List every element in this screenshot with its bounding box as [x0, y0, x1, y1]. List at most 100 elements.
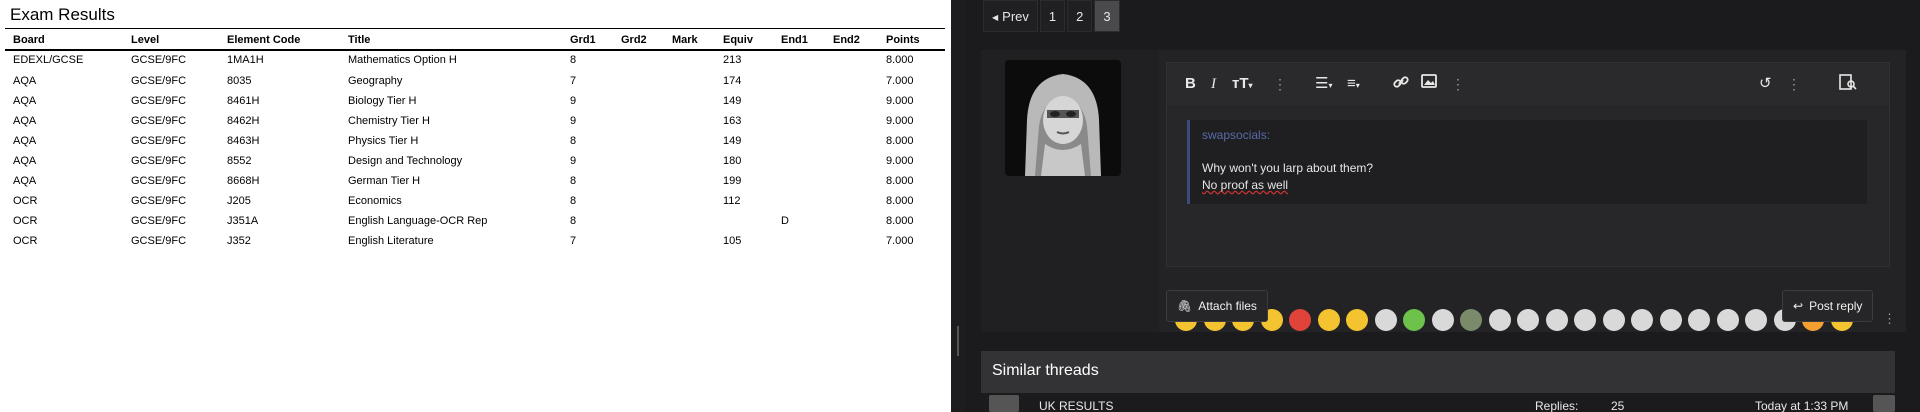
thread-avatar [989, 395, 1019, 412]
col-header-title: Title [348, 34, 371, 46]
table-cell: Design and Technology [348, 155, 463, 167]
table-cell: Economics [348, 195, 402, 207]
last-poster-avatar [1873, 395, 1895, 412]
table-cell: 163 [723, 115, 742, 127]
results-body: EDEXL/GCSE GCSE/9FC 1MA1H Mathematics Optio… [0, 50, 945, 251]
reply-block: B I тТ▾ ⋮ ☰▾ ≡▾ ⋮ ↺ ⋮ swapsocials: Why w… [981, 50, 1906, 332]
more-options-icon[interactable]: ⋮ [1787, 74, 1801, 94]
table-cell: German Tier H [348, 175, 421, 187]
reply-text-line-1-content: Why won't you larp about them? [1202, 161, 1374, 175]
attach-files-button[interactable]: 🖇 Attach files [1166, 290, 1268, 322]
page-link-3-current[interactable]: 3 [1094, 0, 1120, 32]
table-cell: EDEXL/GCSE [13, 54, 84, 66]
table-cell: 9 [570, 155, 577, 167]
table-cell: 213 [723, 54, 742, 66]
joy-icon[interactable] [1346, 309, 1368, 331]
table-cell: GCSE/9FC [131, 135, 187, 147]
table-row: AQA GCSE/9FC 8463H Physics Tier H 8 149 8.000 [0, 131, 945, 151]
sick-icon[interactable] [1403, 309, 1425, 331]
text-size-icon[interactable]: тТ▾ [1232, 74, 1253, 94]
italic-icon[interactable]: I [1211, 74, 1216, 94]
face-icon[interactable] [1688, 309, 1710, 331]
link-icon[interactable] [1393, 74, 1409, 94]
table-cell: 8 [570, 175, 577, 187]
quote-block: swapsocials: Why won't you larp about th… [1187, 120, 1867, 204]
col-header-element-code: Element Code [227, 34, 301, 46]
reply-text-line-1[interactable]: Why won't you larp about them? [1202, 161, 1373, 175]
editor-toolbar: B I тТ▾ ⋮ ☰▾ ≡▾ ⋮ ↺ ⋮ [1167, 63, 1889, 105]
face-icon[interactable] [1517, 309, 1539, 331]
table-cell: 1MA1H [227, 54, 264, 66]
picture-icon[interactable] [1460, 309, 1482, 331]
align-icon[interactable]: ≡▾ [1347, 74, 1360, 94]
table-cell: Chemistry Tier H [348, 115, 430, 127]
thread-row[interactable]: UK RESULTS Replies: 25 Today at 1:33 PM [981, 395, 1895, 412]
table-row: AQA GCSE/9FC 8462H Chemistry Tier H 9 163 9.00… [0, 111, 945, 131]
table-cell: 199 [723, 175, 742, 187]
face-icon[interactable] [1574, 309, 1596, 331]
table-cell: OCR [13, 195, 38, 207]
table-cell: AQA [13, 155, 37, 167]
avatar[interactable] [1005, 60, 1121, 176]
grin-icon[interactable] [1317, 309, 1340, 331]
post-reply-button[interactable]: ↩ Post reply [1782, 290, 1874, 322]
avatar-image [1005, 60, 1121, 176]
table-cell: 8668H [227, 175, 260, 187]
table-cell: OCR [13, 215, 38, 227]
pagination: ◀ Prev 1 2 3 [983, 0, 1122, 32]
divider-grip[interactable] [957, 326, 959, 356]
angry-icon[interactable] [1289, 309, 1311, 331]
more-options-icon[interactable]: ⋮ [1883, 311, 1896, 327]
replies-count: 25 [1611, 399, 1625, 412]
face-icon[interactable] [1488, 309, 1511, 331]
thread-title[interactable]: UK RESULTS [1039, 399, 1113, 412]
undo-icon[interactable]: ↺ [1759, 74, 1772, 94]
list-icon[interactable]: ☰▾ [1315, 74, 1332, 94]
page-link-2[interactable]: 2 [1067, 0, 1093, 32]
face-icon[interactable] [1659, 309, 1682, 331]
table-cell: 8035 [227, 75, 252, 87]
table-cell: AQA [13, 95, 37, 107]
bold-icon[interactable]: B [1185, 74, 1196, 94]
face-icon[interactable] [1602, 309, 1625, 331]
table-cell: 8.000 [886, 135, 914, 147]
preview-icon[interactable] [1839, 74, 1857, 94]
more-options-icon[interactable]: ⋮ [1273, 74, 1287, 94]
table-cell: Biology Tier H [348, 95, 417, 107]
results-header-row: Board Level Element Code Title Grd1 Grd2… [0, 30, 945, 50]
forum-panel: ◀ Prev 1 2 3 B I тТ▾ ⋮ ☰▾ ≡▾ ⋮ ↺ ⋮ swaps… [965, 0, 1920, 412]
face-icon[interactable] [1716, 309, 1739, 331]
rich-text-editor[interactable]: B I тТ▾ ⋮ ☰▾ ≡▾ ⋮ ↺ ⋮ swapsocials: Why w… [1166, 62, 1896, 331]
col-header-level: Level [131, 34, 160, 46]
similar-threads-header: Similar threads [981, 351, 1895, 393]
table-cell: 9.000 [886, 155, 914, 167]
similar-threads-title: Similar threads [992, 362, 1099, 379]
image-icon[interactable] [1421, 74, 1437, 94]
prev-page-button[interactable]: ◀ Prev [983, 0, 1038, 32]
table-cell: 8.000 [886, 54, 914, 66]
col-header-board: Board [13, 34, 45, 46]
more-options-icon[interactable]: ⋮ [1451, 74, 1465, 94]
table-cell: 8.000 [886, 195, 914, 207]
face-icon[interactable] [1374, 309, 1397, 331]
pill-icon[interactable] [1745, 309, 1767, 331]
table-cell: 149 [723, 95, 742, 107]
table-row: EDEXL/GCSE GCSE/9FC 1MA1H Mathematics Optio… [0, 50, 945, 70]
title-divider [5, 28, 945, 29]
face-icon[interactable] [1631, 309, 1653, 331]
page-link-1[interactable]: 1 [1039, 0, 1066, 32]
table-row: AQA GCSE/9FC 8552 Design and Technology 9 180… [0, 151, 945, 171]
table-cell: 8463H [227, 135, 260, 147]
table-cell: English Language-OCR Rep [348, 215, 488, 227]
face-icon[interactable] [1431, 309, 1454, 331]
table-cell: GCSE/9FC [131, 175, 187, 187]
table-row: OCR GCSE/9FC J352 English Literature 7 105 7.0… [0, 231, 945, 251]
reply-text-line-2[interactable]: No proof as well [1202, 178, 1288, 192]
table-cell: 9.000 [886, 115, 914, 127]
table-cell: 8 [570, 54, 577, 66]
table-cell: D [781, 215, 789, 227]
table-cell: GCSE/9FC [131, 235, 187, 247]
prev-label: Prev [1002, 9, 1029, 24]
split-divider[interactable] [951, 0, 965, 412]
face-icon[interactable] [1545, 309, 1568, 331]
